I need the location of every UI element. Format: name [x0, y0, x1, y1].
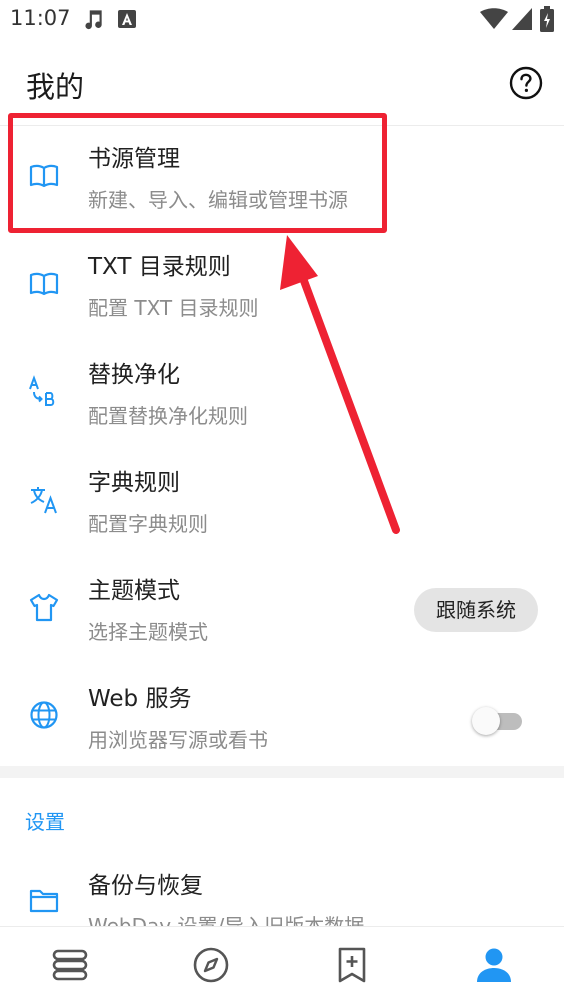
- folder-icon: [29, 889, 59, 913]
- menu-item-title: 备份与恢复: [88, 873, 203, 899]
- menu-item-web-service[interactable]: Web 服务 用浏览器写源或看书: [0, 667, 564, 775]
- menu-item-title: TXT 目录规则: [88, 254, 231, 280]
- compass-icon[interactable]: [191, 945, 231, 985]
- globe-icon: [30, 701, 58, 729]
- highlight-box: [8, 113, 387, 233]
- a-notification-icon: [118, 10, 136, 28]
- translate-icon: [30, 487, 57, 514]
- section-label-settings: 设置: [25, 810, 65, 834]
- menu-item-subtitle: 选择主题模式: [88, 620, 208, 644]
- menu-item-subtitle: 配置 TXT 目录规则: [88, 296, 259, 320]
- battery-icon: [540, 6, 554, 32]
- section-divider: [0, 766, 564, 778]
- menu-item-dictionary-rules[interactable]: 字典规则 配置字典规则: [0, 451, 564, 559]
- status-time: 11:07: [10, 6, 71, 30]
- page-title: 我的: [26, 70, 85, 104]
- person-icon[interactable]: [474, 945, 514, 985]
- bottom-navigation: [0, 926, 564, 1004]
- bookshelf-icon[interactable]: [50, 945, 90, 985]
- music-note-icon: [85, 10, 102, 30]
- status-bar: 11:07: [0, 0, 564, 40]
- tshirt-icon: [29, 593, 59, 622]
- theme-mode-chip[interactable]: 跟随系统: [414, 588, 538, 632]
- help-icon[interactable]: [509, 66, 543, 100]
- menu-item-title: 主题模式: [88, 578, 180, 604]
- toggle-thumb: [472, 707, 500, 735]
- menu-item-title: Web 服务: [88, 686, 192, 712]
- wifi-icon: [480, 8, 508, 29]
- find-replace-icon: [29, 375, 55, 406]
- menu-item-subtitle: WebDav 设置/导入旧版本数据: [88, 914, 365, 926]
- menu-item-subtitle: 用浏览器写源或看书: [88, 728, 268, 752]
- menu-item-subtitle: 配置字典规则: [88, 512, 208, 536]
- book-icon: [29, 272, 59, 296]
- menu-item-txt-toc-rules[interactable]: TXT 目录规则 配置 TXT 目录规则: [0, 235, 564, 343]
- menu-item-theme-mode[interactable]: 主题模式 选择主题模式 跟随系统: [0, 559, 564, 667]
- signal-icon: [512, 8, 532, 30]
- bookmark-add-icon[interactable]: [332, 945, 372, 985]
- menu-item-title: 字典规则: [88, 470, 180, 496]
- web-service-toggle[interactable]: [472, 706, 522, 735]
- menu-item-backup-restore[interactable]: 备份与恢复 WebDav 设置/导入旧版本数据: [0, 846, 564, 926]
- menu-item-replace-purify[interactable]: 替换净化 配置替换净化规则: [0, 343, 564, 451]
- menu-item-title: 替换净化: [88, 362, 180, 388]
- menu-item-subtitle: 配置替换净化规则: [88, 404, 248, 428]
